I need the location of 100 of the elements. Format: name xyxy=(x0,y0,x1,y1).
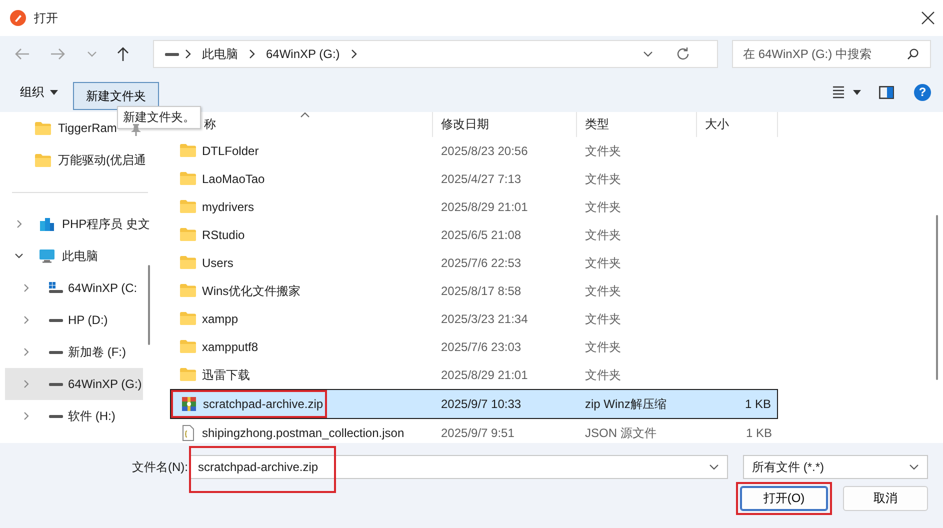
chevron-right-icon[interactable] xyxy=(22,348,30,356)
sidebar-item[interactable]: 此电脑 xyxy=(62,248,98,264)
table-cell: 2025/7/6 23:03 xyxy=(441,340,522,354)
sidebar-item[interactable]: 万能驱动(优启通 xyxy=(58,152,146,168)
table-cell: 2025/8/17 8:58 xyxy=(441,284,522,298)
folder-icon xyxy=(180,339,196,355)
chevron-right-icon[interactable] xyxy=(22,316,30,324)
system-drive-icon xyxy=(48,281,64,295)
file-name: Users xyxy=(202,256,234,270)
table-cell: 文件夹 xyxy=(585,198,621,216)
file-name: RStudio xyxy=(202,228,245,242)
column-header[interactable]: 大小 xyxy=(705,116,729,133)
sidebar-item[interactable]: PHP程序员 史文 xyxy=(62,216,150,232)
caret-icon xyxy=(50,90,58,94)
folder-icon xyxy=(180,255,196,271)
sidebar-item[interactable]: 新加卷 (F:) xyxy=(68,344,126,360)
back-icon[interactable] xyxy=(14,46,30,62)
table-cell: 文件夹 xyxy=(585,338,621,356)
file-row[interactable]: scratchpad-archive.zip xyxy=(170,389,433,419)
address-bar[interactable]: 此电脑 64WinXP (G:) xyxy=(153,40,718,68)
file-row[interactable]: Wins优化文件搬家 xyxy=(170,277,433,305)
table-cell: 文件夹 xyxy=(585,142,621,160)
chevron-right-icon[interactable] xyxy=(15,220,23,228)
table-cell: zip Winz解压缩 xyxy=(585,396,666,412)
table-cell: 2025/6/5 21:08 xyxy=(441,228,522,242)
forward-icon[interactable] xyxy=(50,46,66,62)
file-name: LaoMaoTao xyxy=(202,172,265,186)
breadcrumb[interactable]: 此电脑 xyxy=(196,46,244,62)
column-header[interactable]: 称 xyxy=(204,116,216,133)
file-type-dropdown[interactable]: 所有文件 (*.*) xyxy=(743,455,928,479)
file-row[interactable]: Users xyxy=(170,249,433,277)
chevron-right-icon[interactable] xyxy=(22,284,30,292)
file-row[interactable]: LaoMaoTao xyxy=(170,165,433,193)
cancel-button[interactable]: 取消 xyxy=(843,486,928,511)
table-cell: 2025/8/23 20:56 xyxy=(441,144,528,158)
up-icon[interactable] xyxy=(115,46,131,62)
sidebar-item[interactable]: 64WinXP (C: xyxy=(68,281,138,295)
sidebar-item[interactable]: 软件 (H:) xyxy=(68,408,116,424)
open-button[interactable]: 打开(O) xyxy=(740,486,828,511)
view-menu-icon[interactable] xyxy=(833,85,861,99)
file-name: xampp xyxy=(202,312,238,326)
breadcrumb[interactable]: 64WinXP (G:) xyxy=(260,47,346,61)
file-name: 迅雷下载 xyxy=(202,366,250,384)
folder-icon xyxy=(180,199,196,215)
new-folder-button[interactable]: 新建文件夹 xyxy=(73,82,159,110)
chevron-right-icon xyxy=(248,49,256,59)
file-name: shipingzhong.postman_collection.json xyxy=(202,426,404,440)
file-row[interactable]: RStudio xyxy=(170,221,433,249)
file-row[interactable]: 迅雷下载 xyxy=(170,361,433,389)
table-cell: 1 KB xyxy=(744,397,771,411)
sidebar-item[interactable]: HP (D:) xyxy=(68,313,108,327)
table-cell: 文件夹 xyxy=(585,254,621,272)
file-row[interactable]: DTLFolder xyxy=(170,137,433,165)
organize-menu[interactable]: 组织 xyxy=(12,80,66,104)
file-row[interactable]: mydrivers xyxy=(170,193,433,221)
refresh-icon[interactable] xyxy=(675,46,691,62)
file-row[interactable]: shipingzhong.postman_collection.json xyxy=(170,419,433,443)
table-cell: 2025/3/23 21:34 xyxy=(441,312,528,326)
window-title: 打开 xyxy=(34,10,59,26)
folder-icon xyxy=(180,227,196,243)
app-icon xyxy=(10,10,26,26)
filename-field[interactable]: scratchpad-archive.zip xyxy=(190,455,728,479)
file-name: scratchpad-archive.zip xyxy=(203,397,324,411)
table-cell: 1 KB xyxy=(746,426,772,440)
chevron-down-icon[interactable] xyxy=(15,252,23,260)
file-name: mydrivers xyxy=(202,200,254,214)
chevron-down-icon xyxy=(709,464,719,470)
sidebar-item[interactable]: TiggerRam xyxy=(58,121,117,135)
file-row[interactable]: xampp xyxy=(170,305,433,333)
folder-icon xyxy=(35,153,51,167)
folder-icon xyxy=(180,311,196,327)
archive-icon xyxy=(181,396,197,412)
search-field[interactable]: 在 64WinXP (G:) 中搜索 xyxy=(732,40,931,68)
table-cell: 2025/7/6 22:53 xyxy=(441,256,522,270)
file-name: Wins优化文件搬家 xyxy=(202,282,301,300)
table-cell: 文件夹 xyxy=(585,282,621,300)
folder-icon xyxy=(180,367,196,383)
column-header[interactable]: 类型 xyxy=(585,116,609,133)
chevron-down-icon[interactable] xyxy=(643,51,653,57)
table-cell: 文件夹 xyxy=(585,366,621,384)
table-cell: 文件夹 xyxy=(585,310,621,328)
cloud-folder-icon xyxy=(39,217,55,231)
preview-pane-icon[interactable] xyxy=(879,86,894,98)
close-icon[interactable] xyxy=(921,11,935,25)
table-cell: 2025/9/7 9:51 xyxy=(441,426,514,440)
column-header[interactable]: 修改日期 xyxy=(441,116,489,133)
table-cell: 文件夹 xyxy=(585,226,621,244)
help-icon[interactable]: ? xyxy=(914,84,931,100)
file-row[interactable]: xampputf8 xyxy=(170,333,433,361)
file-name: DTLFolder xyxy=(202,144,259,158)
file-icon xyxy=(180,425,196,441)
folder-icon xyxy=(35,121,51,135)
folder-icon xyxy=(180,143,196,159)
field-label: 文件名(N): xyxy=(132,458,188,476)
folder-icon xyxy=(180,283,196,299)
search-icon[interactable] xyxy=(907,48,919,60)
table-cell: 2025/8/29 21:01 xyxy=(441,368,528,382)
chevron-right-icon[interactable] xyxy=(22,380,30,388)
chevron-right-icon[interactable] xyxy=(22,412,30,420)
table-cell: 文件夹 xyxy=(585,170,621,188)
